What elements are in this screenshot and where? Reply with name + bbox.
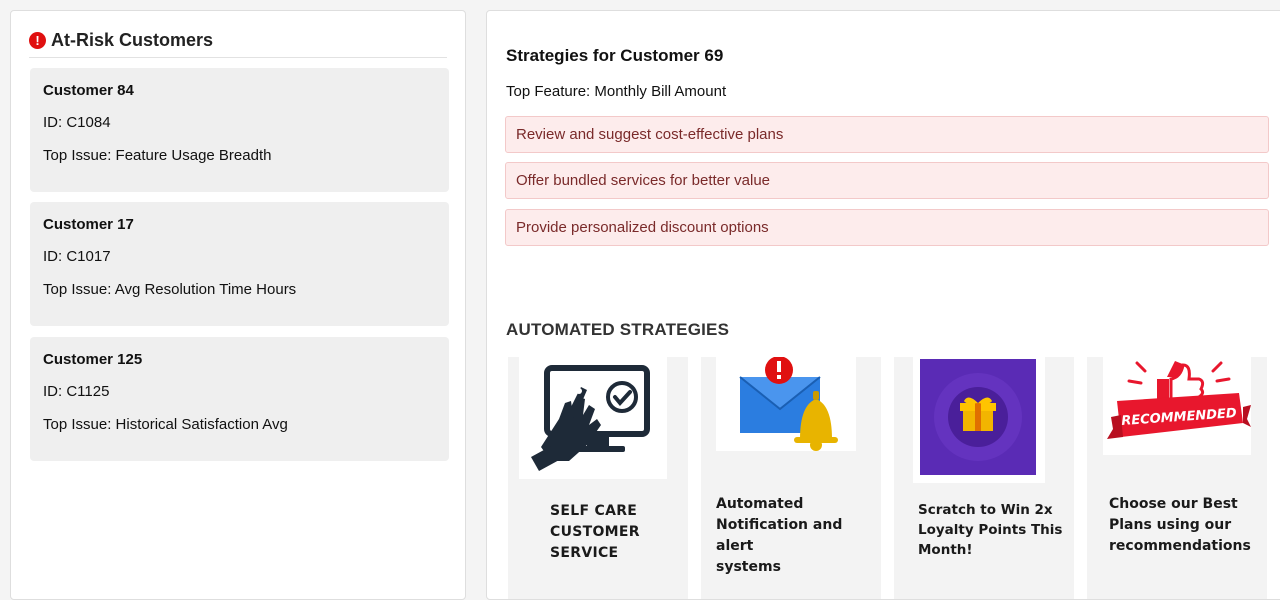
tile-caption: Choose our Best Plans using our recommen… <box>1109 496 1251 554</box>
at-risk-title-text: At-Risk Customers <box>51 29 214 50</box>
automated-strategies-title: AUTOMATED STRATEGIES <box>506 320 730 339</box>
automated-strategy-tile-recommended[interactable]: RECOMMENDED Choose our Best Plans using … <box>1087 357 1267 599</box>
tile-caption: Scratch to Win 2x Loyalty Points This Mo… <box>918 502 1063 558</box>
notification-bell-envelope-icon <box>716 357 856 451</box>
customer-name: Customer 84 <box>43 82 134 99</box>
customer-name: Customer 125 <box>43 351 143 368</box>
customer-id: ID: C1017 <box>43 248 111 265</box>
customer-card[interactable]: Customer 17 ID: C1017 Top Issue: Avg Res… <box>30 202 449 326</box>
customer-id: ID: C1084 <box>43 114 111 131</box>
strategies-title: Strategies for Customer 69 <box>506 46 724 65</box>
customer-card[interactable]: Customer 125 ID: C1125 Top Issue: Histor… <box>30 337 449 461</box>
automated-strategy-tile-scratch[interactable]: Scratch to Win 2x Loyalty Points This Mo… <box>894 357 1074 599</box>
recommended-badge-icon: RECOMMENDED <box>1103 357 1251 455</box>
customer-top-issue: Top Issue: Feature Usage Breadth <box>43 147 272 164</box>
customer-top-issue: Top Issue: Avg Resolution Time Hours <box>43 281 297 298</box>
strategies-panel: Strategies for Customer 69 Top Feature: … <box>486 10 1280 600</box>
customer-id: ID: C1125 <box>43 383 110 400</box>
strategy-item: Provide personalized discount options <box>505 209 1269 246</box>
automated-strategy-tile-self-care[interactable]: SELF CARE CUSTOMER SERVICE <box>508 357 688 599</box>
tile-caption: SELF CARE CUSTOMER SERVICE <box>550 503 640 561</box>
strategy-item: Review and suggest cost-effective plans <box>505 116 1269 153</box>
customer-card[interactable]: Customer 84 ID: C1084 Top Issue: Feature… <box>30 68 449 192</box>
top-feature: Top Feature: Monthly Bill Amount <box>506 83 727 100</box>
at-risk-panel: ! At-Risk Customers Customer 84 ID: C108… <box>10 10 466 600</box>
self-care-touch-monitor-icon <box>519 357 667 479</box>
divider <box>29 57 447 58</box>
strategy-item: Offer bundled services for better value <box>505 162 1269 199</box>
automated-strategy-tile-notification[interactable]: Automated Notification and alert systems <box>701 357 881 599</box>
tile-caption: Automated Notification and alert systems <box>716 496 843 575</box>
customer-name: Customer 17 <box>43 216 134 233</box>
scratch-card-gift-icon <box>913 357 1045 483</box>
alert-icon: ! <box>29 31 46 49</box>
customer-top-issue: Top Issue: Historical Satisfaction Avg <box>43 416 288 433</box>
at-risk-title: ! At-Risk Customers <box>29 28 213 52</box>
